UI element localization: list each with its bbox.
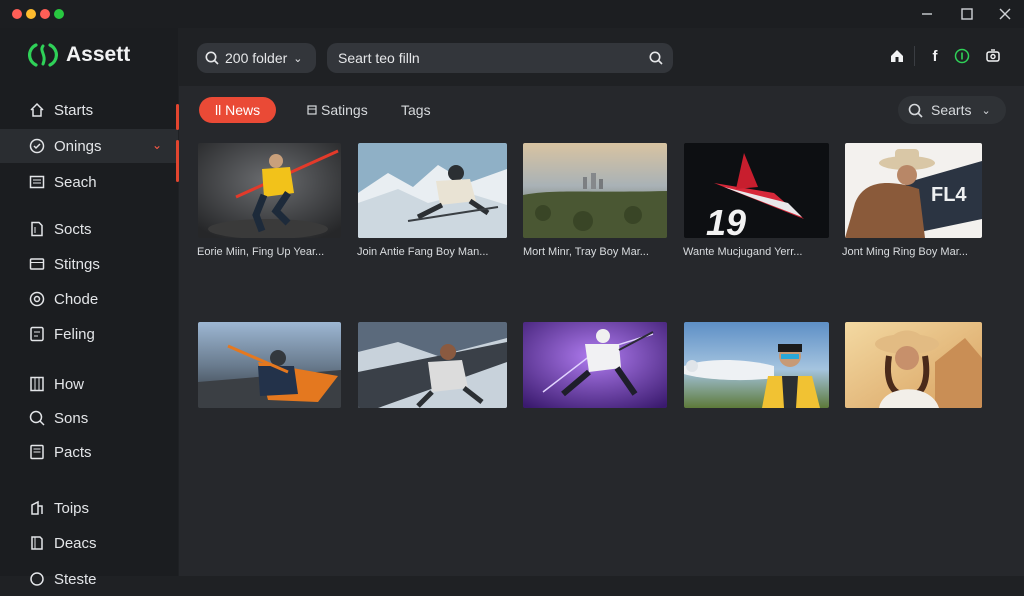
sidebar-item-seach[interactable]: Seach <box>0 165 178 199</box>
tab-label: ll News <box>215 102 261 118</box>
secondary-search[interactable]: Searts ⌄ <box>898 96 1006 124</box>
sidebar-item-label: Feling <box>54 325 95 343</box>
tab-satings[interactable]: Satings <box>307 97 368 123</box>
tab-label: Satings <box>321 102 368 118</box>
search-icon <box>205 51 219 65</box>
tag-icon <box>28 325 46 343</box>
sidebar-item-feling[interactable]: Feling <box>0 317 178 351</box>
svg-text:19: 19 <box>706 202 746 238</box>
sidebar-item-label: Toips <box>54 499 90 517</box>
sidebar-item-label: Seach <box>54 173 97 191</box>
sidebar-item-onings[interactable]: Onings ⌄ <box>0 129 178 163</box>
app-logo[interactable]: Assett <box>28 42 130 68</box>
thumbnail-aerial-city[interactable] <box>523 143 667 238</box>
thumbnail-fighter-purple[interactable] <box>523 322 667 408</box>
facebook-icon[interactable]: f <box>926 47 944 65</box>
sidebar-item-label: Deacs <box>54 534 97 552</box>
sidebar-item-label: Starts <box>54 101 94 119</box>
thumbnail-caption: Join Antie Fang Boy Man... <box>357 246 489 258</box>
sidebar-item-label: Pacts <box>54 443 92 461</box>
card-icon <box>28 255 46 273</box>
sidebar-item-label: Onings <box>54 137 102 155</box>
search-icon <box>908 103 923 118</box>
sidebar-item-label: Stitngs <box>54 255 100 273</box>
thumbnail-red-jet-19[interactable]: 19 <box>684 143 829 238</box>
app-name: Assett <box>66 43 131 66</box>
tab-tags[interactable]: Tags <box>401 97 431 123</box>
logo-icon <box>28 43 58 67</box>
sidebar-item-socts[interactable]: Socts <box>0 212 178 246</box>
minimize-traffic-light[interactable] <box>26 9 36 19</box>
sidebar-item-toips[interactable]: Toips <box>0 491 178 525</box>
thumbnail-racer-runway[interactable] <box>198 322 341 408</box>
thumbnail-skier-glide[interactable] <box>358 322 507 408</box>
zoom-traffic-light[interactable] <box>40 9 50 19</box>
header-divider <box>914 46 915 66</box>
sidebar-item-sons[interactable]: Sons <box>0 401 178 435</box>
record-icon <box>28 290 46 308</box>
thumbnail-caption: Wante Mucjugand Yerr... <box>683 246 803 258</box>
clock-icon <box>28 137 46 155</box>
sidebar: Assett Starts Onings ⌄ Seach Socts Stitn… <box>0 28 178 588</box>
settings-icon[interactable] <box>984 47 1002 65</box>
maximize-icon[interactable] <box>956 4 978 24</box>
sidebar-item-chode[interactable]: Chode <box>0 282 178 316</box>
tools-icon <box>28 499 46 517</box>
status-icon[interactable] <box>953 47 971 65</box>
folder-icon <box>28 443 46 461</box>
search-icon[interactable] <box>649 51 663 65</box>
sidebar-item-label: How <box>54 375 85 393</box>
sidebar-item-deacs[interactable]: Deacs <box>0 526 178 560</box>
thumbnail-cowboy-flag[interactable]: FL4 <box>845 143 982 238</box>
thumbnail-caption: Jont Ming Ring Boy Mar... <box>842 246 968 258</box>
star-icon <box>28 570 46 588</box>
tab-news[interactable]: ll News <box>199 97 277 123</box>
thumbnail-skier-mountain[interactable] <box>358 143 507 238</box>
secondary-search-label: Searts <box>931 102 972 118</box>
sidebar-item-stitngs[interactable]: Stitngs <box>0 247 178 281</box>
chevron-down-icon: ⌄ <box>293 52 303 65</box>
tab-label: Tags <box>401 102 431 118</box>
search-field[interactable]: Seart teo filln <box>327 43 673 73</box>
grid-icon <box>28 375 46 393</box>
list-icon <box>28 173 46 191</box>
sidebar-item-label: Socts <box>54 220 92 238</box>
search-input[interactable]: Seart teo filln <box>338 50 420 66</box>
sidebar-item-label: Chode <box>54 290 99 308</box>
thumbnail-caption: Eorie Miin, Fing Up Year... <box>197 246 325 258</box>
title-bar <box>0 0 1024 28</box>
sidebar-item-label: Sons <box>54 409 89 427</box>
thumbnail-pilot-plane[interactable] <box>684 322 829 408</box>
thumbnail-caption: Mort Minr, Tray Boy Mar... <box>523 246 649 258</box>
settings-small-icon <box>307 105 317 115</box>
minimize-icon[interactable] <box>916 4 938 24</box>
close-icon[interactable] <box>994 4 1016 24</box>
folder-picker-label: 200 folder <box>225 50 288 66</box>
close-traffic-light[interactable] <box>12 9 22 19</box>
chevron-down-icon[interactable]: ⌄ <box>152 138 162 152</box>
sidebar-item-label: Steste <box>54 570 97 588</box>
fullscreen-traffic-light[interactable] <box>54 9 64 19</box>
home-icon[interactable] <box>888 47 906 65</box>
thumbnail-woman-desert[interactable] <box>845 322 982 408</box>
sidebar-item-steste[interactable]: Steste <box>0 562 178 596</box>
chevron-down-icon: ⌄ <box>981 104 991 117</box>
doc-icon <box>28 220 46 238</box>
home-icon <box>28 101 46 119</box>
search-doc-icon <box>28 409 46 427</box>
sidebar-item-starts[interactable]: Starts <box>0 93 178 127</box>
book-icon <box>28 534 46 552</box>
sidebar-item-pacts[interactable]: Pacts <box>0 435 178 469</box>
folder-picker[interactable]: 200 folder ⌄ <box>197 43 316 73</box>
svg-text:FL4: FL4 <box>931 184 967 206</box>
sidebar-item-how[interactable]: How <box>0 367 178 401</box>
thumbnail-athlete-jump[interactable] <box>198 143 341 238</box>
